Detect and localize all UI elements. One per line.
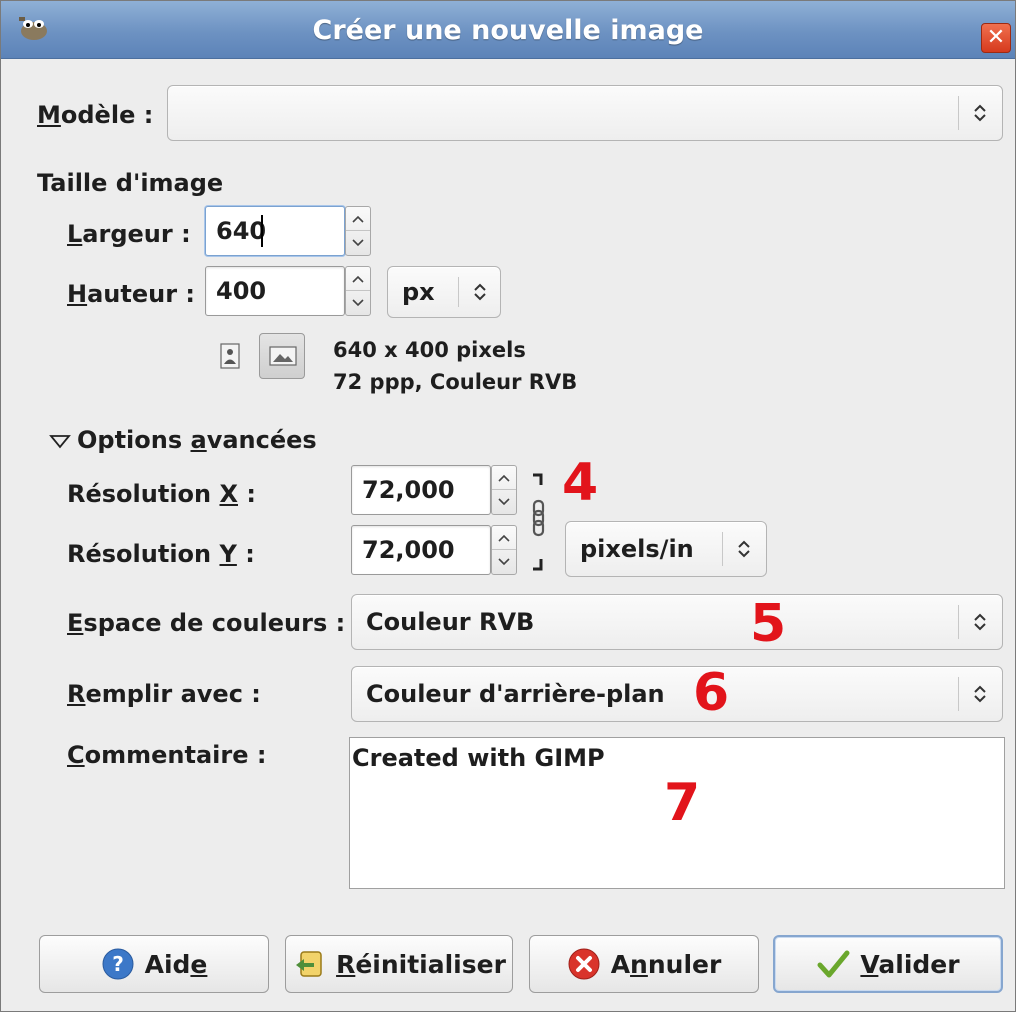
resolution-y-label: Résolution Y : [67, 540, 255, 568]
close-icon: ✕ [986, 25, 1006, 50]
annotation-6: 6 [693, 663, 730, 723]
ok-button[interactable]: Valider [773, 935, 1003, 993]
spin-up-icon[interactable] [346, 207, 370, 231]
spin-up-icon[interactable] [346, 267, 370, 291]
resolution-x-spinner[interactable] [491, 465, 517, 515]
window-title: Créer une nouvelle image [312, 15, 704, 46]
cancel-icon [568, 948, 600, 980]
resolution-unit-combo[interactable]: pixels/in [565, 521, 767, 577]
annotation-4: 4 [562, 453, 599, 513]
resolution-x-label: Résolution X : [67, 480, 256, 508]
resolution-y-spinner[interactable] [491, 525, 517, 575]
size-unit-combo[interactable]: px [387, 266, 501, 318]
expander-triangle-icon [49, 435, 71, 449]
combo-arrows-icon [974, 104, 986, 122]
size-info-line2: 72 ppp, Couleur RVB [333, 370, 578, 394]
image-size-title: Taille d'image [37, 169, 224, 197]
template-combo[interactable] [167, 85, 1003, 141]
colorspace-combo[interactable]: Couleur RVB [351, 594, 1003, 650]
combo-arrows-icon [974, 613, 986, 631]
portrait-button[interactable] [219, 343, 241, 369]
reset-icon [296, 951, 322, 977]
check-icon [817, 950, 850, 978]
title-bar[interactable]: Créer une nouvelle image ✕ [1, 1, 1015, 59]
spin-down-icon[interactable] [492, 490, 516, 514]
combo-arrows-icon [738, 540, 750, 558]
chain-link-icon[interactable] [525, 471, 551, 575]
spin-down-icon[interactable] [346, 231, 370, 255]
close-button[interactable]: ✕ [981, 23, 1011, 53]
height-spinner[interactable] [345, 266, 371, 316]
reset-button[interactable]: Réinitialiser [285, 935, 513, 993]
new-image-dialog: Créer une nouvelle image ✕ Modèle : Tail… [0, 0, 1016, 1012]
landscape-icon [269, 346, 297, 366]
template-label: Modèle : [37, 101, 154, 129]
help-icon: ? [102, 948, 134, 980]
advanced-options-expander[interactable]: Options avancées [49, 426, 317, 454]
resolution-y-input[interactable]: 72,000 [351, 525, 491, 575]
size-info-line1: 640 x 400 pixels [333, 338, 526, 362]
fill-combo[interactable]: Couleur d'arrière-plan [351, 666, 1003, 722]
width-input[interactable]: 640 [205, 206, 345, 256]
annotation-7: 7 [664, 773, 701, 833]
combo-arrows-icon [474, 283, 486, 301]
spin-up-icon[interactable] [492, 466, 516, 490]
height-input[interactable]: 400 [205, 266, 345, 316]
width-label: Largeur : [67, 220, 191, 248]
spin-down-icon[interactable] [346, 291, 370, 315]
svg-text:?: ? [112, 952, 124, 976]
annotation-5: 5 [750, 594, 787, 654]
portrait-icon [220, 343, 240, 369]
combo-arrows-icon [974, 685, 986, 703]
cancel-button[interactable]: Annuler [529, 935, 759, 993]
help-button[interactable]: ? Aide [39, 935, 269, 993]
colorspace-label: Espace de couleurs : [67, 609, 346, 637]
height-label: Hauteur : [67, 280, 195, 308]
resolution-x-input[interactable]: 72,000 [351, 465, 491, 515]
spin-down-icon[interactable] [492, 550, 516, 574]
fill-label: Remplir avec : [67, 680, 261, 708]
width-spinner[interactable] [345, 206, 371, 256]
comment-label: Commentaire : [67, 741, 267, 769]
spin-up-icon[interactable] [492, 526, 516, 550]
landscape-button[interactable] [259, 333, 305, 379]
